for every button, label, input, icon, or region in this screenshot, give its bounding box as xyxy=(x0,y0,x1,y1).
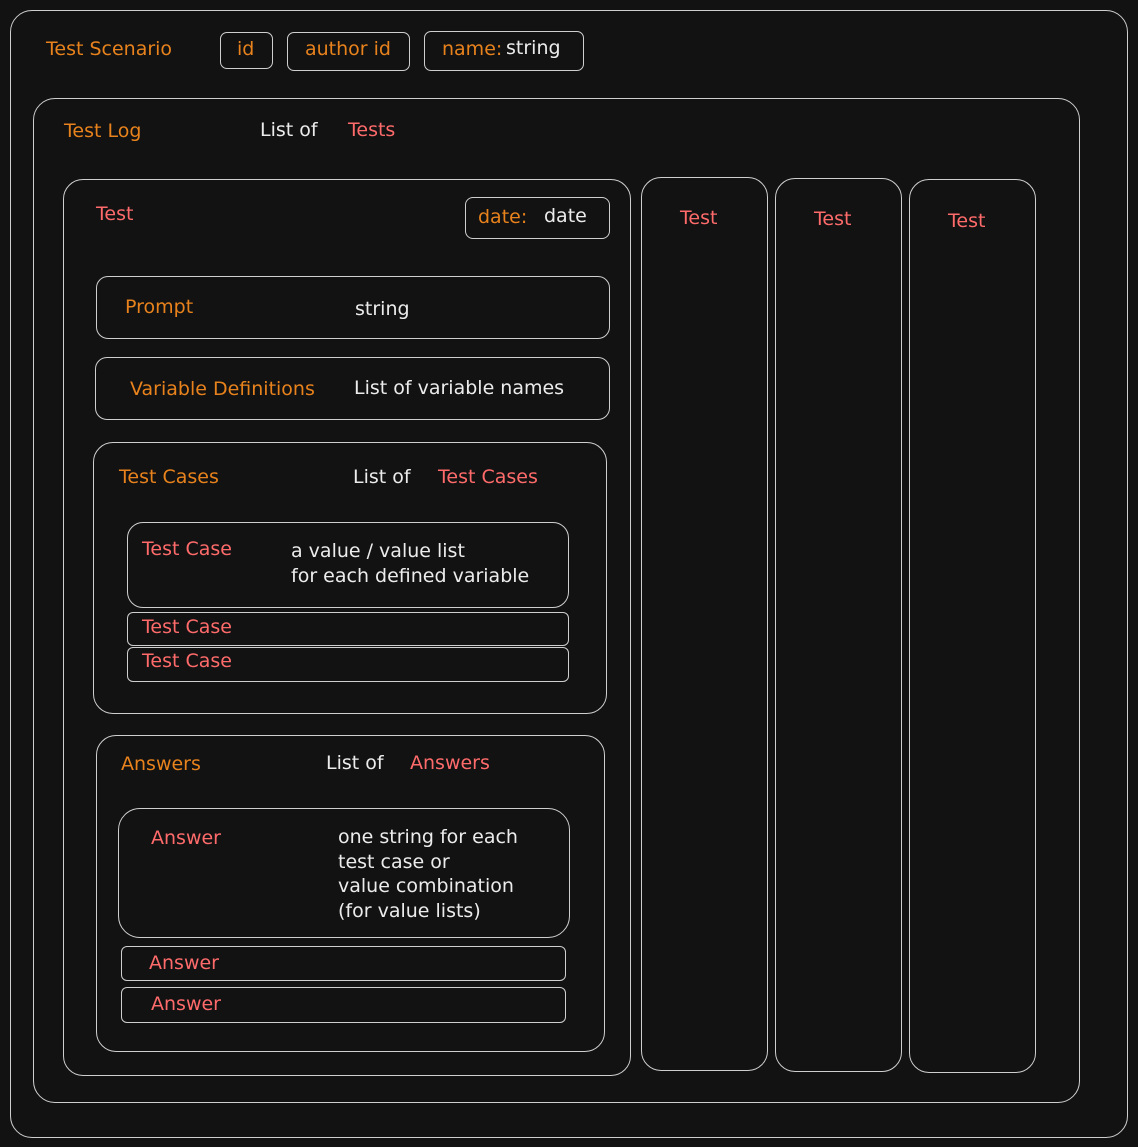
test-collapsed-2-label: Test xyxy=(814,208,852,230)
test-collapsed-1-label: Test xyxy=(680,207,718,229)
variable-definitions-desc: List of variable names xyxy=(354,377,565,399)
scenario-id-label: id xyxy=(237,38,255,60)
answer-desc: one string for each test case or value c… xyxy=(338,826,518,923)
answers-list-prefix: List of xyxy=(326,752,384,774)
answers-label: Answers xyxy=(121,753,201,775)
test-collapsed-1 xyxy=(641,177,768,1071)
scenario-name-key: name: xyxy=(442,38,503,60)
test-collapsed-3 xyxy=(909,179,1036,1073)
prompt-label: Prompt xyxy=(125,296,194,318)
test-log-list-prefix: List of xyxy=(260,119,318,141)
answer-label-3: Answer xyxy=(151,993,221,1015)
test-title: Test xyxy=(96,203,134,225)
answers-list-item: Answers xyxy=(410,752,490,774)
scenario-title: Test Scenario xyxy=(46,38,173,60)
test-date-type: date xyxy=(544,205,587,227)
test-cases-list-prefix: List of xyxy=(353,466,411,488)
answer-label-2: Answer xyxy=(149,952,219,974)
test-case-desc: a value / value list for each defined va… xyxy=(291,540,530,587)
test-log-list-item: Tests xyxy=(348,119,396,141)
test-case-label: Test Case xyxy=(142,538,232,560)
prompt-type: string xyxy=(355,298,410,320)
scenario-name-type: string xyxy=(506,37,561,59)
test-case-label-3: Test Case xyxy=(142,650,232,672)
test-date-key: date: xyxy=(478,206,528,228)
test-collapsed-3-label: Test xyxy=(948,210,986,232)
answer-label: Answer xyxy=(151,827,221,849)
variable-definitions-label: Variable Definitions xyxy=(130,378,315,400)
test-collapsed-2 xyxy=(775,178,902,1072)
scenario-author-label: author id xyxy=(305,38,391,60)
test-cases-list-item: Test Cases xyxy=(438,466,538,488)
test-case-label-2: Test Case xyxy=(142,616,232,638)
test-cases-label: Test Cases xyxy=(119,466,219,488)
test-log-title: Test Log xyxy=(64,120,142,142)
